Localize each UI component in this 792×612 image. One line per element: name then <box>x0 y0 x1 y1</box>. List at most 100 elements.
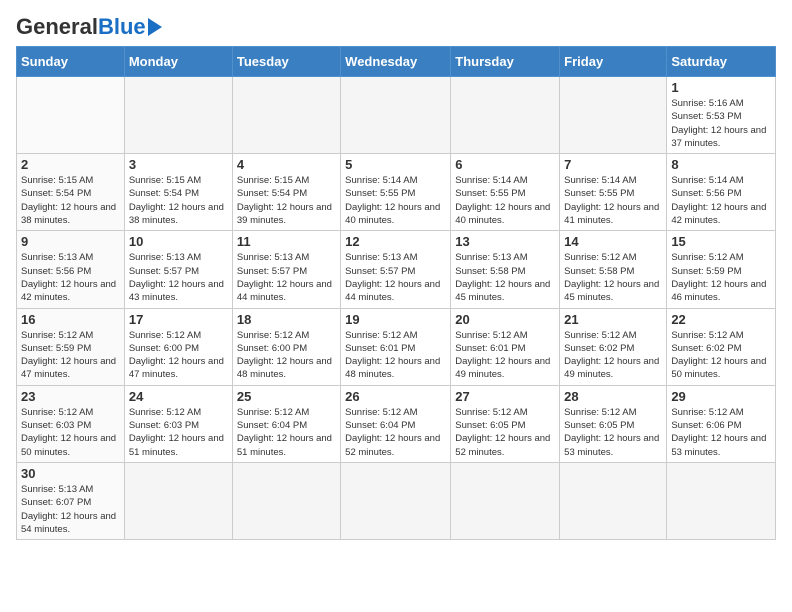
day-info: Sunrise: 5:12 AM Sunset: 6:02 PM Dayligh… <box>671 329 771 382</box>
calendar-day-cell: 10 Sunrise: 5:13 AM Sunset: 5:57 PM Dayli… <box>124 231 232 308</box>
page-header: GeneralBlue <box>16 16 776 38</box>
weekday-header-row: SundayMondayTuesdayWednesdayThursdayFrid… <box>17 47 776 77</box>
calendar-day-cell: 15Sunrise: 5:12 AM Sunset: 5:59 PM Dayli… <box>667 231 776 308</box>
calendar-week-row: 1 Sunrise: 5:16 AM Sunset: 5:53 PM Daylig… <box>17 77 776 154</box>
calendar-week-row: 30 Sunrise: 5:13 AM Sunset: 6:07 PM Dayli… <box>17 462 776 539</box>
calendar-day-cell: 27Sunrise: 5:12 AM Sunset: 6:05 PM Dayli… <box>451 385 560 462</box>
day-info: Sunrise: 5:12 AM Sunset: 6:00 PM Dayligh… <box>129 329 228 382</box>
day-number: 25 <box>237 389 336 404</box>
calendar-day-cell: 11Sunrise: 5:13 AM Sunset: 5:57 PM Dayli… <box>232 231 340 308</box>
logo: GeneralBlue <box>16 16 162 38</box>
day-info: Sunrise: 5:12 AM Sunset: 6:03 PM Dayligh… <box>21 406 120 459</box>
day-info: Sunrise: 5:14 AM Sunset: 5:55 PM Dayligh… <box>345 174 446 227</box>
calendar-day-cell: 3 Sunrise: 5:15 AM Sunset: 5:54 PM Daylig… <box>124 154 232 231</box>
day-number: 13 <box>455 234 555 249</box>
day-info: Sunrise: 5:12 AM Sunset: 6:06 PM Dayligh… <box>671 406 771 459</box>
day-info: Sunrise: 5:13 AM Sunset: 5:57 PM Dayligh… <box>345 251 446 304</box>
calendar-day-cell <box>232 462 340 539</box>
day-number: 26 <box>345 389 446 404</box>
logo-blue: Blue <box>98 14 146 39</box>
day-number: 5 <box>345 157 446 172</box>
calendar-day-cell <box>560 77 667 154</box>
day-info: Sunrise: 5:12 AM Sunset: 6:01 PM Dayligh… <box>345 329 446 382</box>
day-number: 4 <box>237 157 336 172</box>
calendar-week-row: 23 Sunrise: 5:12 AM Sunset: 6:03 PM Dayli… <box>17 385 776 462</box>
weekday-header-cell: Monday <box>124 47 232 77</box>
calendar-day-cell <box>560 462 667 539</box>
calendar-week-row: 9 Sunrise: 5:13 AM Sunset: 5:56 PM Daylig… <box>17 231 776 308</box>
calendar-body: 1 Sunrise: 5:16 AM Sunset: 5:53 PM Daylig… <box>17 77 776 540</box>
day-number: 16 <box>21 312 120 327</box>
day-info: Sunrise: 5:12 AM Sunset: 5:58 PM Dayligh… <box>564 251 662 304</box>
day-number: 12 <box>345 234 446 249</box>
day-info: Sunrise: 5:13 AM Sunset: 6:07 PM Dayligh… <box>21 483 120 536</box>
day-info: Sunrise: 5:12 AM Sunset: 6:01 PM Dayligh… <box>455 329 555 382</box>
day-info: Sunrise: 5:12 AM Sunset: 5:59 PM Dayligh… <box>21 329 120 382</box>
logo-general: General <box>16 14 98 39</box>
day-number: 15 <box>671 234 771 249</box>
day-info: Sunrise: 5:14 AM Sunset: 5:56 PM Dayligh… <box>671 174 771 227</box>
calendar-day-cell: 9 Sunrise: 5:13 AM Sunset: 5:56 PM Daylig… <box>17 231 125 308</box>
day-number: 28 <box>564 389 662 404</box>
calendar-day-cell: 28 Sunrise: 5:12 AM Sunset: 6:05 PM Dayli… <box>560 385 667 462</box>
day-number: 19 <box>345 312 446 327</box>
day-info: Sunrise: 5:16 AM Sunset: 5:53 PM Dayligh… <box>671 97 771 150</box>
day-number: 10 <box>129 234 228 249</box>
calendar-day-cell <box>451 77 560 154</box>
calendar-day-cell: 24Sunrise: 5:12 AM Sunset: 6:03 PM Dayli… <box>124 385 232 462</box>
calendar-day-cell <box>667 462 776 539</box>
calendar-table: SundayMondayTuesdayWednesdayThursdayFrid… <box>16 46 776 540</box>
logo-text: GeneralBlue <box>16 16 146 38</box>
day-info: Sunrise: 5:13 AM Sunset: 5:58 PM Dayligh… <box>455 251 555 304</box>
day-number: 27 <box>455 389 555 404</box>
calendar-day-cell <box>17 77 125 154</box>
day-number: 29 <box>671 389 771 404</box>
calendar-day-cell <box>232 77 340 154</box>
calendar-day-cell: 30 Sunrise: 5:13 AM Sunset: 6:07 PM Dayli… <box>17 462 125 539</box>
calendar-day-cell: 2Sunrise: 5:15 AM Sunset: 5:54 PM Daylig… <box>17 154 125 231</box>
calendar-day-cell: 19 Sunrise: 5:12 AM Sunset: 6:01 PM Dayli… <box>341 308 451 385</box>
logo-triangle-icon <box>148 18 162 36</box>
day-number: 9 <box>21 234 120 249</box>
day-number: 8 <box>671 157 771 172</box>
day-number: 23 <box>21 389 120 404</box>
day-info: Sunrise: 5:12 AM Sunset: 6:02 PM Dayligh… <box>564 329 662 382</box>
day-number: 7 <box>564 157 662 172</box>
day-info: Sunrise: 5:15 AM Sunset: 5:54 PM Dayligh… <box>21 174 120 227</box>
day-info: Sunrise: 5:13 AM Sunset: 5:57 PM Dayligh… <box>129 251 228 304</box>
calendar-week-row: 2Sunrise: 5:15 AM Sunset: 5:54 PM Daylig… <box>17 154 776 231</box>
day-info: Sunrise: 5:15 AM Sunset: 5:54 PM Dayligh… <box>129 174 228 227</box>
day-number: 18 <box>237 312 336 327</box>
day-info: Sunrise: 5:12 AM Sunset: 6:04 PM Dayligh… <box>237 406 336 459</box>
calendar-day-cell <box>341 462 451 539</box>
day-info: Sunrise: 5:12 AM Sunset: 6:04 PM Dayligh… <box>345 406 446 459</box>
day-info: Sunrise: 5:12 AM Sunset: 6:05 PM Dayligh… <box>564 406 662 459</box>
day-info: Sunrise: 5:14 AM Sunset: 5:55 PM Dayligh… <box>564 174 662 227</box>
calendar-day-cell: 25 Sunrise: 5:12 AM Sunset: 6:04 PM Dayli… <box>232 385 340 462</box>
weekday-header-cell: Friday <box>560 47 667 77</box>
calendar-day-cell: 4 Sunrise: 5:15 AM Sunset: 5:54 PM Daylig… <box>232 154 340 231</box>
weekday-header-cell: Saturday <box>667 47 776 77</box>
day-number: 6 <box>455 157 555 172</box>
calendar-day-cell: 20Sunrise: 5:12 AM Sunset: 6:01 PM Dayli… <box>451 308 560 385</box>
day-number: 24 <box>129 389 228 404</box>
calendar-day-cell: 12 Sunrise: 5:13 AM Sunset: 5:57 PM Dayli… <box>341 231 451 308</box>
day-info: Sunrise: 5:13 AM Sunset: 5:57 PM Dayligh… <box>237 251 336 304</box>
calendar-day-cell: 5 Sunrise: 5:14 AM Sunset: 5:55 PM Daylig… <box>341 154 451 231</box>
calendar-week-row: 16 Sunrise: 5:12 AM Sunset: 5:59 PM Dayli… <box>17 308 776 385</box>
day-info: Sunrise: 5:13 AM Sunset: 5:56 PM Dayligh… <box>21 251 120 304</box>
day-number: 17 <box>129 312 228 327</box>
calendar-day-cell: 6 Sunrise: 5:14 AM Sunset: 5:55 PM Daylig… <box>451 154 560 231</box>
day-info: Sunrise: 5:15 AM Sunset: 5:54 PM Dayligh… <box>237 174 336 227</box>
day-info: Sunrise: 5:12 AM Sunset: 6:00 PM Dayligh… <box>237 329 336 382</box>
calendar-day-cell: 18 Sunrise: 5:12 AM Sunset: 6:00 PM Dayli… <box>232 308 340 385</box>
weekday-header-cell: Tuesday <box>232 47 340 77</box>
day-number: 1 <box>671 80 771 95</box>
day-number: 3 <box>129 157 228 172</box>
day-number: 30 <box>21 466 120 481</box>
calendar-day-cell: 14 Sunrise: 5:12 AM Sunset: 5:58 PM Dayli… <box>560 231 667 308</box>
day-number: 14 <box>564 234 662 249</box>
calendar-day-cell: 29 Sunrise: 5:12 AM Sunset: 6:06 PM Dayli… <box>667 385 776 462</box>
calendar-day-cell: 17 Sunrise: 5:12 AM Sunset: 6:00 PM Dayli… <box>124 308 232 385</box>
day-info: Sunrise: 5:14 AM Sunset: 5:55 PM Dayligh… <box>455 174 555 227</box>
